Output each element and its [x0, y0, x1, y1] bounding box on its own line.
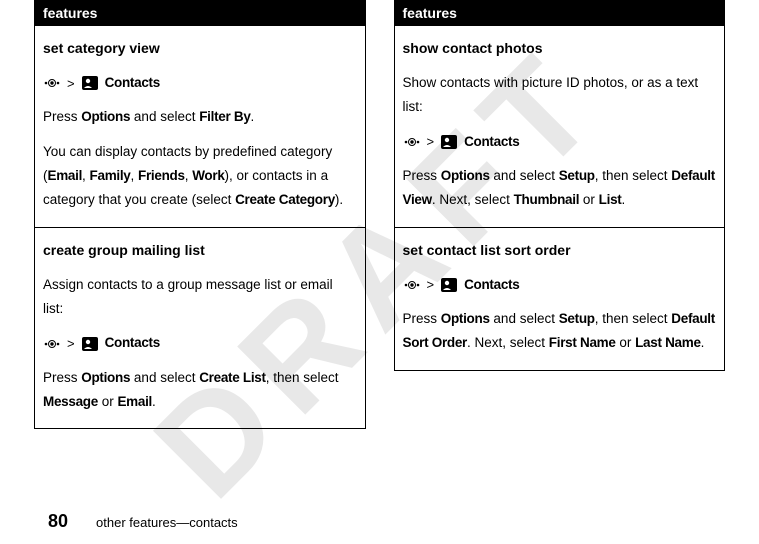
joystick-icon [403, 135, 421, 149]
chevron-right-icon: > [427, 273, 435, 296]
nav-label: Contacts [464, 130, 519, 154]
nav-label: Contacts [464, 273, 519, 297]
section-set-category-view: set category view > Contacts Press Optio… [34, 26, 366, 228]
chevron-right-icon: > [67, 72, 75, 95]
instruction-text: Press Options and select Setup, then sel… [403, 164, 717, 213]
joystick-icon [43, 337, 61, 351]
instruction-text: Press Options and select Setup, then sel… [403, 307, 717, 356]
contacts-icon [440, 134, 458, 150]
intro-text: Show contacts with picture ID photos, or… [403, 71, 717, 120]
section-title: set contact list sort order [403, 238, 717, 263]
footer-text: other features—contacts [96, 515, 238, 530]
instruction-text: Press Options and select Filter By. [43, 105, 357, 129]
chevron-right-icon: > [427, 130, 435, 153]
left-column: features set category view > Contacts Pr… [34, 0, 366, 429]
section-set-sort-order: set contact list sort order > Contacts P… [394, 228, 726, 371]
nav-label: Contacts [105, 71, 160, 95]
nav-path: > Contacts [403, 130, 717, 154]
joystick-icon [43, 76, 61, 90]
contacts-icon [81, 75, 99, 91]
features-header-right: features [394, 0, 726, 26]
nav-path: > Contacts [43, 71, 357, 95]
chevron-right-icon: > [67, 332, 75, 355]
contacts-icon [81, 336, 99, 352]
page-number: 80 [48, 511, 68, 532]
section-title: show contact photos [403, 36, 717, 61]
section-title: create group mailing list [43, 238, 357, 263]
intro-text: Assign contacts to a group message list … [43, 273, 357, 322]
page-footer: 80 other features—contacts [48, 511, 238, 532]
section-create-group-mailing-list: create group mailing list Assign contact… [34, 228, 366, 430]
nav-path: > Contacts [43, 331, 357, 355]
right-column: features show contact photos Show contac… [394, 0, 726, 429]
nav-path: > Contacts [403, 273, 717, 297]
instruction-text: Press Options and select Create List, th… [43, 366, 357, 415]
nav-label: Contacts [105, 331, 160, 355]
joystick-icon [403, 278, 421, 292]
instruction-text: You can display contacts by predefined c… [43, 140, 357, 213]
section-title: set category view [43, 36, 357, 61]
features-header-left: features [34, 0, 366, 26]
contacts-icon [440, 277, 458, 293]
section-show-contact-photos: show contact photos Show contacts with p… [394, 26, 726, 228]
content-columns: features set category view > Contacts Pr… [34, 0, 725, 429]
